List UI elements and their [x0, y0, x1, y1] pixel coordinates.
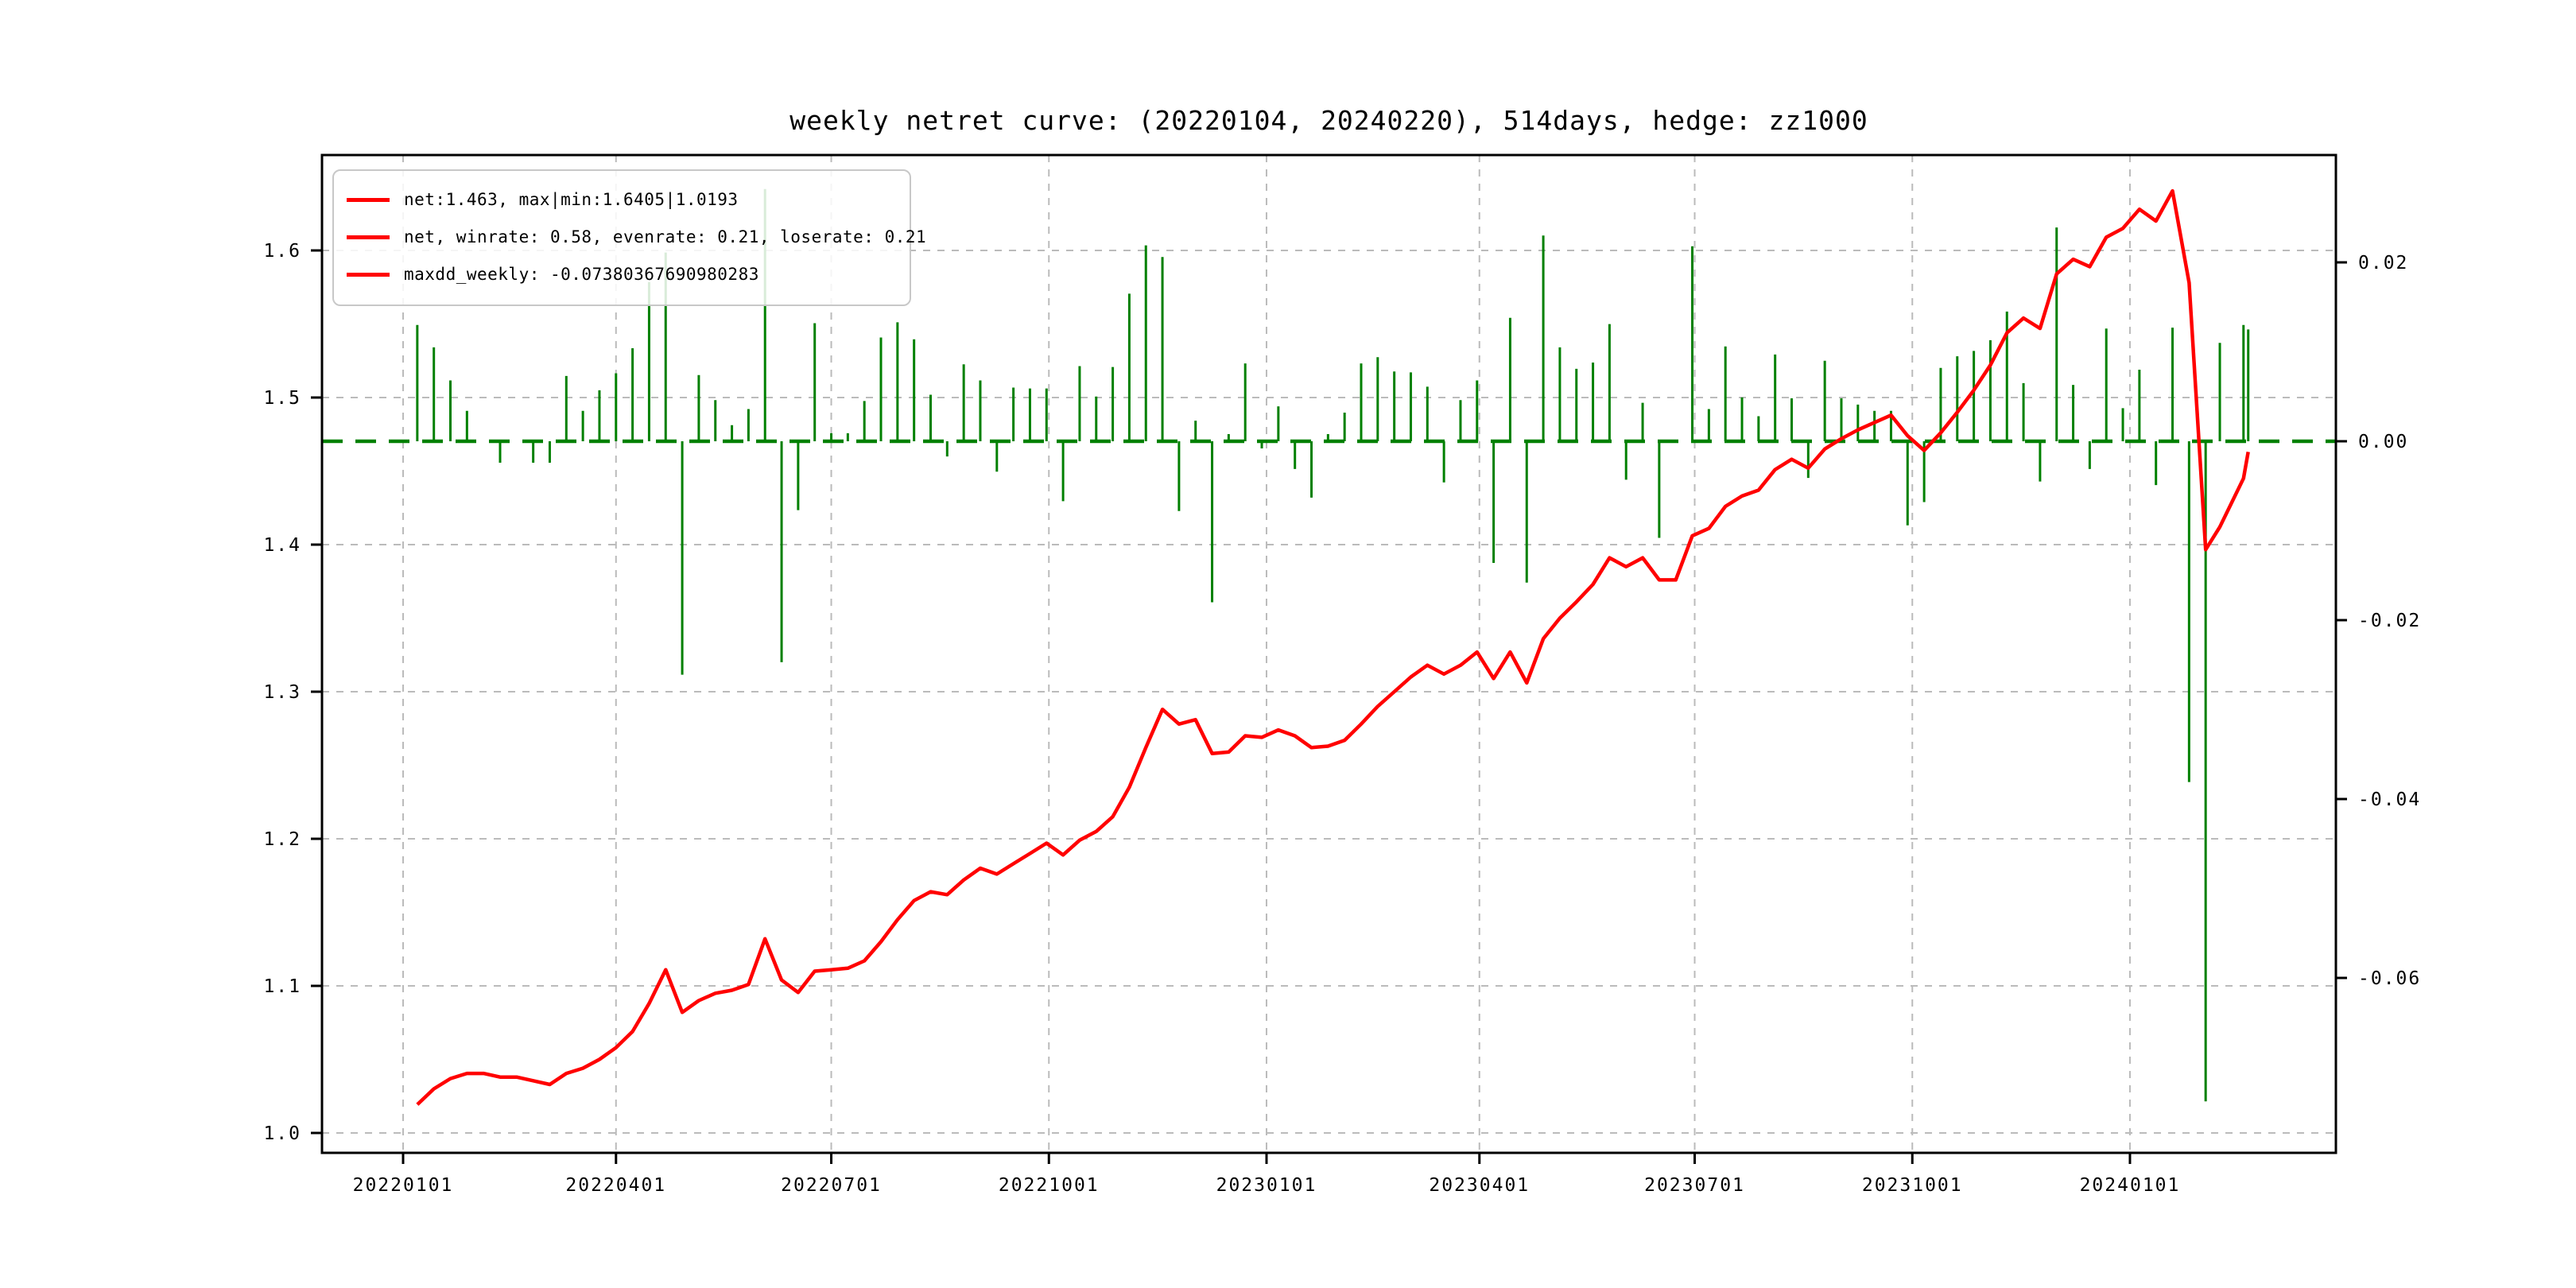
right-tick-label: 0.02	[2358, 253, 2408, 274]
left-tick-label: 1.6	[263, 241, 301, 262]
x-tick-label: 20220401	[565, 1175, 666, 1196]
right-tick-label: -0.06	[2358, 968, 2421, 989]
legend-item-label: net:1.463, max|min:1.6405|1.0193	[404, 190, 739, 209]
x-tick-label: 20231001	[1862, 1175, 1963, 1196]
x-tick-label: 20230701	[1644, 1175, 1745, 1196]
figure: weekly netret curve: (20220104, 20240220…	[0, 0, 2576, 1288]
weekly-return-bars	[416, 188, 2250, 1102]
x-tick-label: 20230101	[1216, 1175, 1317, 1196]
left-tick-label: 1.3	[263, 682, 301, 703]
right-tick-label: -0.02	[2358, 611, 2421, 631]
legend-item-label: net, winrate: 0.58, evenrate: 0.21, lose…	[404, 227, 927, 246]
x-tick-label: 20221001	[999, 1175, 1100, 1196]
right-tick-label: 0.00	[2358, 432, 2408, 452]
x-tick-label: 20230401	[1429, 1175, 1530, 1196]
x-axis-tick-labels: 20220101 20220401 20220701 20221001 20230101…	[353, 1175, 2181, 1196]
x-tick-label: 20220101	[353, 1175, 454, 1196]
legend-item-maxdd: maxdd_weekly: -0.07380367690980283	[347, 262, 898, 287]
legend: net:1.463, max|min:1.6405|1.0193 net, wi…	[332, 169, 926, 306]
x-tick-label: 20240101	[2080, 1175, 2181, 1196]
legend-item-winrate: net, winrate: 0.58, evenrate: 0.21, lose…	[347, 224, 926, 250]
red-line-icon	[347, 235, 390, 239]
legend-item-label: maxdd_weekly: -0.07380367690980283	[404, 265, 759, 284]
legend-item-net: net:1.463, max|min:1.6405|1.0193	[347, 187, 898, 212]
left-tick-label: 1.1	[263, 976, 301, 997]
left-tick-label: 1.2	[263, 829, 301, 850]
left-axis-tick-labels: 1.0 1.1 1.2 1.3 1.4 1.5 1.6	[263, 241, 301, 1144]
net-curve-line	[416, 188, 2250, 1106]
left-tick-label: 1.4	[263, 535, 301, 556]
right-axis-tick-labels: 0.02 0.00 -0.02 -0.04 -0.06	[2358, 253, 2421, 989]
horizontal-gridlines	[322, 250, 2336, 1134]
left-tick-label: 1.0	[263, 1123, 301, 1144]
red-line-icon	[347, 272, 390, 277]
right-tick-label: -0.04	[2358, 789, 2421, 810]
red-line-icon	[347, 197, 390, 202]
net-curve	[416, 188, 2250, 1106]
x-tick-label: 20220701	[781, 1175, 882, 1196]
left-tick-label: 1.5	[263, 388, 301, 409]
